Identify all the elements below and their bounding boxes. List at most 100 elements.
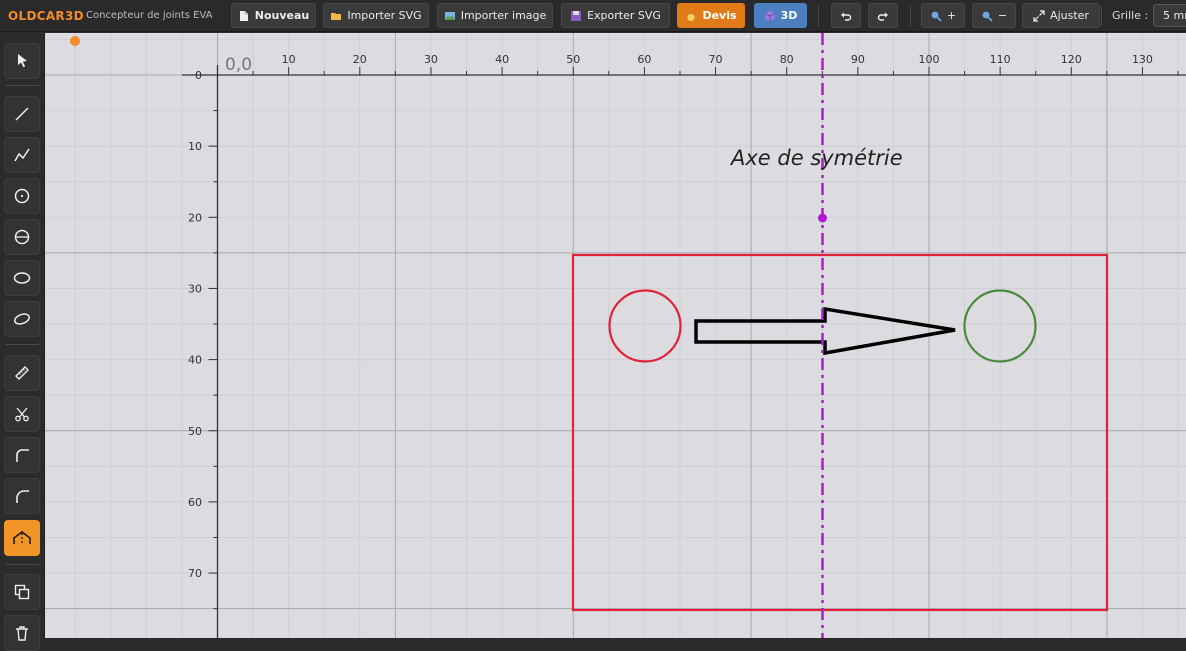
drawing-canvas[interactable]: 10 20 30 40 50 60 70 80 90 100 110 120 130 0 10 20 30 40… — [45, 33, 1186, 638]
undo-button[interactable] — [831, 3, 861, 28]
zoom-out-label: − — [997, 9, 1008, 22]
import-image-label: Importer image — [460, 9, 547, 22]
fit-button[interactable]: Ajuster — [1022, 3, 1100, 28]
y-tick-label: 40 — [188, 354, 202, 367]
toolbar-divider — [910, 6, 911, 26]
select-tool[interactable] — [4, 43, 40, 79]
minor-grid — [45, 33, 1186, 638]
redo-button[interactable] — [868, 3, 898, 28]
x-tick-label: 20 — [353, 53, 367, 66]
y-tick-label: 60 — [188, 496, 202, 509]
save-icon — [571, 10, 582, 21]
import-svg-button[interactable]: Importer SVG — [323, 3, 429, 28]
trash-icon — [16, 626, 28, 641]
toolbar: OLDCAR3D Concepteur de joints EVA Nouvea… — [0, 0, 1186, 32]
zoom-in-label: + — [946, 9, 957, 22]
x-tick-label: 130 — [1132, 53, 1153, 66]
circle-icon — [14, 188, 30, 204]
arc-corner-tool[interactable] — [4, 478, 40, 514]
import-svg-label: Importer SVG — [347, 9, 422, 22]
gasket-outline-rectangle[interactable] — [571, 253, 1109, 612]
zoom-out-button[interactable]: − — [972, 3, 1016, 28]
y-tick-label: 0 — [195, 69, 202, 82]
y-tick-label: 70 — [188, 567, 202, 580]
tool-divider — [6, 564, 39, 565]
y-tick-label: 30 — [188, 282, 202, 295]
export-svg-label: Exporter SVG — [587, 9, 661, 22]
x-tick-label: 120 — [1061, 53, 1082, 66]
app-brand: OLDCAR3D — [8, 9, 84, 23]
drawing-surface[interactable]: 10 20 30 40 50 60 70 80 90 100 110 120 130 0 10 20 30 40… — [45, 33, 1186, 638]
polyline-icon — [14, 148, 30, 162]
undo-icon — [841, 12, 852, 21]
quote-button[interactable]: Devis — [677, 3, 745, 28]
fillet-tool[interactable] — [4, 437, 40, 473]
file-icon — [239, 10, 248, 21]
grid-size-select[interactable]: 5 mm — [1153, 4, 1186, 27]
x-tick-label: 40 — [495, 53, 509, 66]
toolbar-divider — [818, 6, 819, 26]
ellipse-tool[interactable] — [4, 260, 40, 296]
scissors-icon — [15, 407, 29, 422]
zoom-in-button[interactable]: + — [921, 3, 965, 28]
x-tick-label: 70 — [709, 53, 723, 66]
symmetry-axis-label: Axe de symétrie — [729, 146, 903, 170]
new-button[interactable]: Nouveau — [231, 3, 316, 28]
y-axis-ruler: 0 10 20 30 40 50 60 70 — [188, 65, 219, 638]
tool-divider — [6, 85, 39, 86]
y-tick-label: 20 — [188, 211, 202, 224]
line-tool[interactable] — [4, 96, 40, 132]
cursor-icon — [18, 54, 27, 68]
circle-tool[interactable] — [4, 178, 40, 214]
fit-label: Ajuster — [1050, 9, 1089, 22]
x-tick-label: 100 — [919, 53, 940, 66]
view-3d-label: 3D — [780, 9, 798, 22]
major-grid — [45, 33, 1186, 638]
x-tick-label: 60 — [637, 53, 651, 66]
duplicate-icon — [14, 584, 30, 600]
y-tick-label: 50 — [188, 425, 202, 438]
folder-icon — [331, 12, 342, 20]
x-tick-label: 80 — [780, 53, 794, 66]
symmetry-axis-handle[interactable] — [818, 213, 827, 223]
rotated-ellipse-icon — [14, 313, 30, 325]
image-icon — [444, 11, 455, 20]
view-3d-button[interactable]: 3D — [754, 3, 807, 28]
duplicate-tool[interactable] — [4, 574, 40, 610]
mirror-icon — [13, 531, 31, 545]
quote-button-label: Devis — [702, 9, 737, 22]
circle-diameter-icon — [14, 229, 30, 245]
x-tick-label: 90 — [851, 53, 865, 66]
measure-tool[interactable] — [4, 355, 40, 391]
circle-diameter-tool[interactable] — [4, 219, 40, 255]
origin-label: 0,0 — [225, 55, 252, 75]
arc-corner-icon — [16, 490, 29, 503]
cube-icon — [764, 10, 775, 21]
rotated-ellipse-tool[interactable] — [4, 301, 40, 337]
toolbar-divider — [1101, 6, 1102, 26]
x-tick-label: 30 — [424, 53, 438, 66]
grid-label: Grille : — [1112, 9, 1149, 22]
export-svg-button[interactable]: Exporter SVG — [561, 3, 670, 28]
ellipse-icon — [13, 272, 31, 284]
app-subtitle: Concepteur de joints EVA — [86, 10, 213, 21]
tool-sidebar — [0, 33, 45, 651]
cut-tool[interactable] — [4, 396, 40, 432]
x-tick-label: 50 — [566, 53, 580, 66]
expand-icon — [1033, 9, 1045, 22]
ruler-icon — [15, 366, 29, 380]
fillet-icon — [16, 449, 29, 462]
origin-marker — [70, 36, 80, 46]
mirror-direction-arrow — [694, 306, 956, 356]
x-tick-label: 10 — [282, 53, 296, 66]
magnifier-icon — [982, 11, 993, 22]
import-image-button[interactable]: Importer image — [437, 3, 553, 28]
x-tick-label: 110 — [990, 53, 1011, 66]
tool-divider — [6, 344, 39, 345]
new-button-label: Nouveau — [254, 9, 310, 22]
mirror-tool[interactable] — [4, 520, 40, 556]
delete-tool[interactable] — [4, 615, 40, 651]
redo-icon — [877, 12, 888, 21]
polyline-tool[interactable] — [4, 137, 40, 173]
source-hole-circle[interactable] — [608, 289, 682, 363]
